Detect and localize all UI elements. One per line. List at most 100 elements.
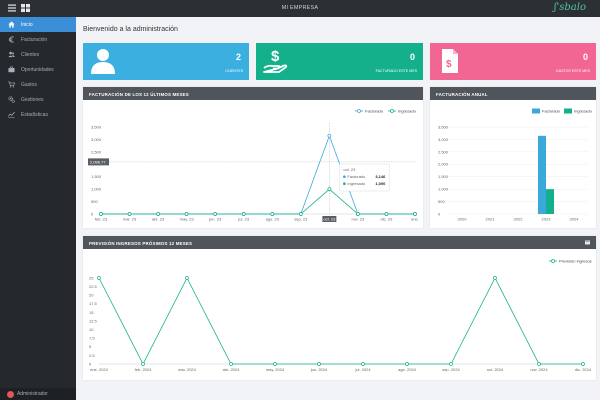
y-tick-label: 0 — [438, 211, 441, 216]
y-tick-label: 0 — [89, 361, 92, 366]
gears-icon — [8, 96, 15, 103]
clients-label: CLIENTES — [225, 69, 243, 73]
sidebar-item-gastos[interactable]: Gastos — [0, 77, 76, 92]
x-tick-label: may. 23 — [180, 216, 195, 221]
y-tick-label: 20 — [89, 293, 94, 298]
sidebar-item-gestiones[interactable]: Gestiones — [0, 92, 76, 107]
y-tick-label: 3,000 — [438, 137, 449, 142]
legend-facturado-marker — [357, 109, 361, 113]
expenses-month-card[interactable]: $ 0 GASTOS ESTE MES — [430, 43, 596, 80]
sidebar-item-clientes[interactable]: Clientes — [0, 47, 76, 62]
y-tick-label: 1,500 — [438, 174, 449, 179]
x-tick-label: feb. 2024 — [135, 367, 152, 372]
data-point — [581, 362, 585, 366]
brand-logo[interactable]: ʃ'sbalo — [554, 2, 586, 13]
data-point — [327, 187, 332, 191]
tooltip-series-value: 3,146 — [375, 174, 386, 179]
sidebar-item-estadisticas[interactable]: Estadísticas — [0, 107, 76, 122]
y-tick-label: 3,500 — [438, 124, 449, 129]
monthly-billing-chart[interactable]: FacturadoIngresado05001,0001,5002,0002,5… — [83, 100, 423, 228]
x-tick-label: may. 2024 — [266, 367, 285, 372]
x-tick-label: mar. 2024 — [178, 367, 197, 372]
expenses-month-value: 0 — [582, 52, 588, 62]
x-tick-label: dic. 2024 — [575, 367, 592, 372]
x-tick-label: oct. 2024 — [487, 367, 504, 372]
data-point — [356, 212, 360, 216]
svg-text:$: $ — [271, 48, 280, 65]
forecast-chart[interactable]: Previsión ingresos 0 2.5 5 7.5 10 12.5 15 17.5 20… — [83, 249, 596, 380]
x-tick-label: oct. 23 — [323, 216, 336, 221]
sidebar-item-label: Facturación — [21, 36, 48, 43]
x-tick-label: 2020 — [458, 216, 468, 221]
y-tick-label: 10 — [89, 327, 94, 332]
data-point — [127, 212, 132, 216]
y-tick-label: 25 — [89, 275, 94, 280]
forecast-title-text: PREVISIÓN INGRESOS PRÓXIMOS 12 MESES — [89, 240, 193, 246]
data-point — [229, 362, 233, 366]
y-tick-label: 17.5 — [89, 301, 98, 306]
data-point — [537, 362, 541, 366]
tooltip-series-value: 1,000 — [375, 181, 386, 186]
y-tick-label: 1,500 — [91, 174, 102, 179]
monthly-billing-panel: FACTURACIÓN DE LOS 12 ÚLTIMOS MESES Fact… — [83, 87, 423, 228]
legend-facturado-swatch — [532, 108, 540, 114]
tooltip-marker — [343, 182, 346, 185]
sidebar-item-facturacion[interactable]: Facturación — [0, 32, 76, 47]
x-tick-label: ene. 2024 — [90, 367, 109, 372]
legend-ingresado-label: Ingresado — [574, 108, 593, 113]
x-tick-label: ago. 23 — [266, 216, 280, 221]
legend-facturado-label: Facturado — [365, 108, 384, 113]
x-tick-label: sep. 23 — [294, 216, 308, 221]
data-point — [317, 362, 321, 366]
forecast-panel: PREVISIÓN INGRESOS PRÓXIMOS 12 MESES Pre… — [83, 236, 596, 380]
users-icon — [8, 51, 15, 58]
clients-count: 2 — [235, 52, 241, 62]
sidebar-item-label: Gestiones — [21, 96, 44, 103]
chart-menu-icon[interactable] — [585, 240, 590, 245]
crosshair-label: 2,096.77 — [90, 159, 106, 164]
y-tick-label: 7.5 — [89, 336, 95, 341]
legend-ingresado-label: Ingresado — [398, 108, 417, 113]
tooltip-series-name: Facturado — [347, 174, 366, 179]
clients-card[interactable]: 2 CLIENTES — [83, 43, 249, 80]
annual-billing-chart[interactable]: Facturado Ingresado 0 500 1,000 1,500 2,000 2,5… — [430, 100, 596, 228]
avatar — [7, 391, 14, 398]
cart-icon — [8, 81, 15, 88]
x-tick-label: jun. 2024 — [310, 367, 328, 372]
y-tick-label: 500 — [91, 199, 98, 204]
x-tick-label: nov. 2024 — [530, 367, 548, 372]
expenses-month-label: GASTOS ESTE MES — [555, 69, 590, 73]
sidebar: Inicio Facturación Clientes Oportunidade… — [0, 17, 76, 400]
home-icon — [8, 21, 15, 28]
tooltip-marker — [343, 175, 346, 178]
legend-prevision-label: Previsión ingresos — [559, 258, 592, 263]
bar-ingresado — [546, 189, 554, 214]
top-bar: MI EMPRESA ʃ'sbalo — [0, 0, 600, 17]
sidebar-item-label: Estadísticas — [21, 111, 48, 118]
y-tick-label: 12.5 — [89, 318, 98, 323]
data-point — [156, 212, 160, 216]
data-point — [270, 212, 275, 216]
monthly-billing-title: FACTURACIÓN DE LOS 12 ÚLTIMOS MESES — [83, 87, 423, 100]
data-point — [327, 133, 332, 138]
billed-month-card[interactable]: $ 0 FACTURADO ESTE MES — [256, 43, 423, 80]
legend-prevision-marker — [551, 259, 555, 263]
data-point — [273, 362, 277, 366]
sidebar-user[interactable]: Administrador — [0, 388, 76, 400]
y-tick-label: 3,500 — [91, 124, 102, 129]
x-tick-label: 2023 — [542, 216, 552, 221]
x-tick-label: abr. 2024 — [223, 367, 240, 372]
svg-text:$: $ — [446, 59, 452, 70]
x-tick-label: 2022 — [514, 216, 524, 221]
x-tick-label: feb. 23 — [95, 216, 108, 221]
briefcase-icon — [8, 66, 15, 73]
x-tick-label: nov. 23 — [351, 216, 365, 221]
y-tick-label: 500 — [438, 199, 445, 204]
data-point — [384, 212, 389, 216]
sidebar-item-label: Gastos — [21, 81, 37, 88]
sidebar-item-oportunidades[interactable]: Oportunidades — [0, 62, 76, 77]
y-tick-label: 2,500 — [438, 149, 449, 154]
tooltip-title: oct. 23 — [343, 167, 356, 172]
sidebar-item-inicio[interactable]: Inicio — [0, 17, 76, 32]
y-tick-label: 0 — [91, 211, 94, 216]
